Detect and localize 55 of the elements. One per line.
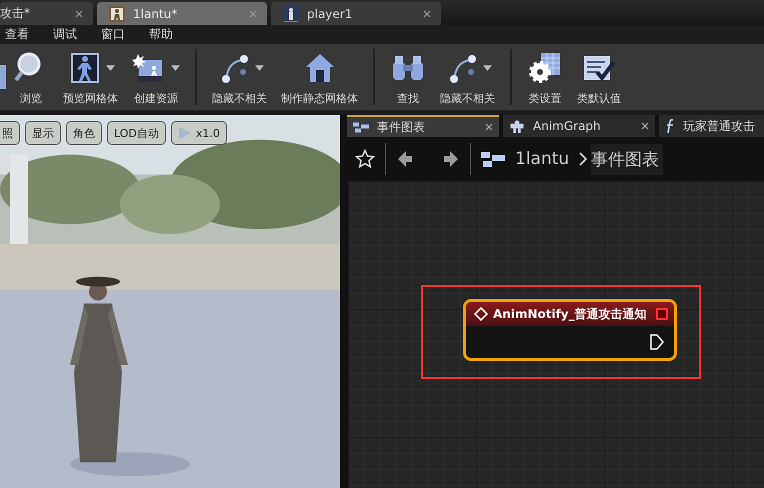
blueprint-link[interactable]: 1lantu <box>515 149 570 169</box>
toolbar-button[interactable]: 预览网格体 <box>56 48 125 106</box>
graph-title: 事件图表 <box>591 144 664 174</box>
tab-label: player1 <box>307 6 352 20</box>
graph-tab[interactable]: 事件图表 <box>347 115 499 137</box>
menu-item[interactable]: 调试 <box>53 26 77 43</box>
toolbar-button[interactable]: 隐藏不相关 <box>205 48 274 106</box>
figure-icon <box>509 120 525 132</box>
star-icon[interactable] <box>355 149 375 169</box>
editor-tab[interactable]: 1lantu* <box>97 2 267 25</box>
blueprint-icon <box>0 65 6 89</box>
menu-item[interactable]: 窗口 <box>101 26 125 43</box>
toolbar-button[interactable]: 隐藏不相关 <box>433 48 502 106</box>
toolbar-button[interactable]: 浏览 <box>6 48 56 106</box>
tab-label: AnimGraph <box>533 119 601 133</box>
tab-label: 攻击* <box>0 5 30 22</box>
toolbar-button[interactable]: 制作静态网格体 <box>274 48 365 106</box>
graph-tab[interactable]: 玩家普通攻击 <box>659 115 764 137</box>
caret-icon[interactable] <box>106 65 114 71</box>
tab-label: 事件图表 <box>377 118 425 136</box>
toolbar-button[interactable]: 类设置 <box>520 48 570 106</box>
exec-pin-icon[interactable] <box>650 334 664 350</box>
function-icon <box>665 118 675 134</box>
close-icon[interactable] <box>485 123 493 131</box>
close-icon[interactable] <box>75 10 83 18</box>
close-icon[interactable] <box>423 10 431 18</box>
caret-icon[interactable] <box>482 65 492 71</box>
tab-label: 玩家普通攻击 <box>683 118 755 134</box>
toolbar-button[interactable]: 类默认值 <box>570 48 628 106</box>
chevron-icon <box>579 152 588 166</box>
menu-item[interactable]: 帮助 <box>149 26 173 43</box>
graph-icon <box>353 120 369 134</box>
graph-tab[interactable]: AnimGraph <box>503 115 655 137</box>
caret-icon[interactable] <box>254 65 264 71</box>
node-title: AnimNotify_普通攻击通知 <box>493 306 647 322</box>
figure-icon <box>283 6 299 22</box>
viewport-button[interactable]: 照 <box>0 121 20 145</box>
caret-icon[interactable] <box>171 65 180 71</box>
delegate-pin[interactable] <box>656 308 668 320</box>
close-icon[interactable] <box>641 122 649 130</box>
editor-tab[interactable]: player1 <box>271 2 441 25</box>
menu-item[interactable]: 查看 <box>5 26 29 43</box>
viewport-button[interactable]: LOD自动 <box>107 121 166 145</box>
editor-tab[interactable]: 攻击* <box>0 2 93 25</box>
viewport-button[interactable]: x1.0 <box>170 121 227 145</box>
graph-icon <box>481 150 505 168</box>
toolbar-button[interactable]: 创建资源 <box>125 48 187 106</box>
viewport-button[interactable]: 显示 <box>25 121 61 145</box>
event-icon <box>474 307 488 321</box>
viewport-button[interactable]: 角色 <box>66 121 102 145</box>
event-node[interactable]: AnimNotify_普通攻击通知 <box>463 299 677 361</box>
toolbar-button[interactable]: 查找 <box>383 48 433 106</box>
tab-label: 1lantu* <box>133 6 178 20</box>
settings-icon <box>527 50 563 86</box>
character-icon <box>109 6 125 22</box>
